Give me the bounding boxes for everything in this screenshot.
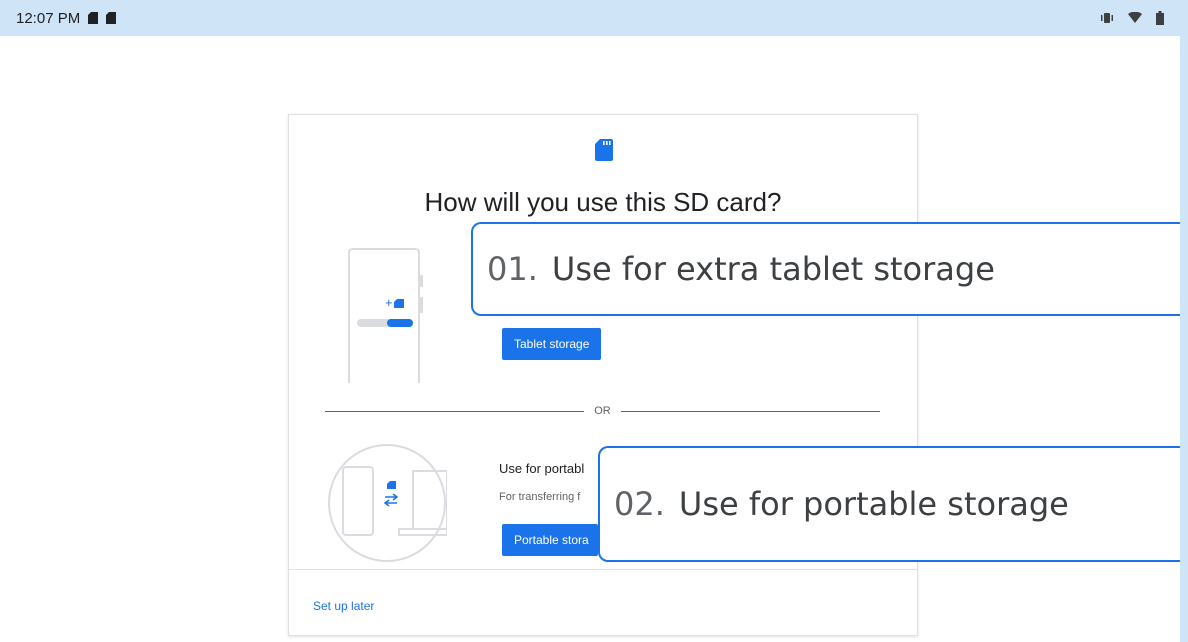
status-bar: 12:07 PM xyxy=(0,0,1180,36)
callout-text: Use for portable storage xyxy=(678,485,1069,523)
tablet-storage-illustration: + xyxy=(348,248,423,383)
dialog-title: How will you use this SD card? xyxy=(424,187,782,217)
divider-line-left xyxy=(325,410,585,412)
status-left: 12:07 PM xyxy=(16,9,117,27)
portable-option-description: For transferring f xyxy=(499,491,581,503)
sd-card-icon xyxy=(88,12,99,24)
svg-text:+: + xyxy=(385,295,393,310)
or-label: OR xyxy=(594,405,611,417)
battery-icon xyxy=(1156,11,1164,25)
status-time: 12:07 PM xyxy=(16,9,81,27)
callout-number: 02. xyxy=(614,485,665,523)
portable-storage-illustration xyxy=(328,444,447,562)
set-up-later-link[interactable]: Set up later xyxy=(313,599,374,613)
callout-tablet-storage: 01. Use for extra tablet storage xyxy=(471,222,1180,316)
footer-divider xyxy=(289,569,917,570)
status-right xyxy=(1100,11,1164,25)
callout-portable-storage: 02. Use for portable storage xyxy=(598,446,1180,562)
callout-number: 01. xyxy=(487,250,538,288)
wifi-icon xyxy=(1128,12,1142,23)
vibrate-icon xyxy=(1101,13,1113,23)
screen: 12:07 PM How will you use this SD card? … xyxy=(0,0,1180,642)
portable-storage-button[interactable]: Portable stora xyxy=(502,524,598,556)
divider-line-right xyxy=(620,410,880,412)
tablet-storage-button[interactable]: Tablet storage xyxy=(502,328,602,360)
callout-text: Use for extra tablet storage xyxy=(551,250,995,288)
sd-card-icon xyxy=(595,139,613,161)
portable-option-title: Use for portabl xyxy=(499,461,585,476)
sd-card-icon xyxy=(106,12,117,24)
or-divider: OR xyxy=(325,403,880,419)
right-edge-strip xyxy=(1180,0,1188,642)
